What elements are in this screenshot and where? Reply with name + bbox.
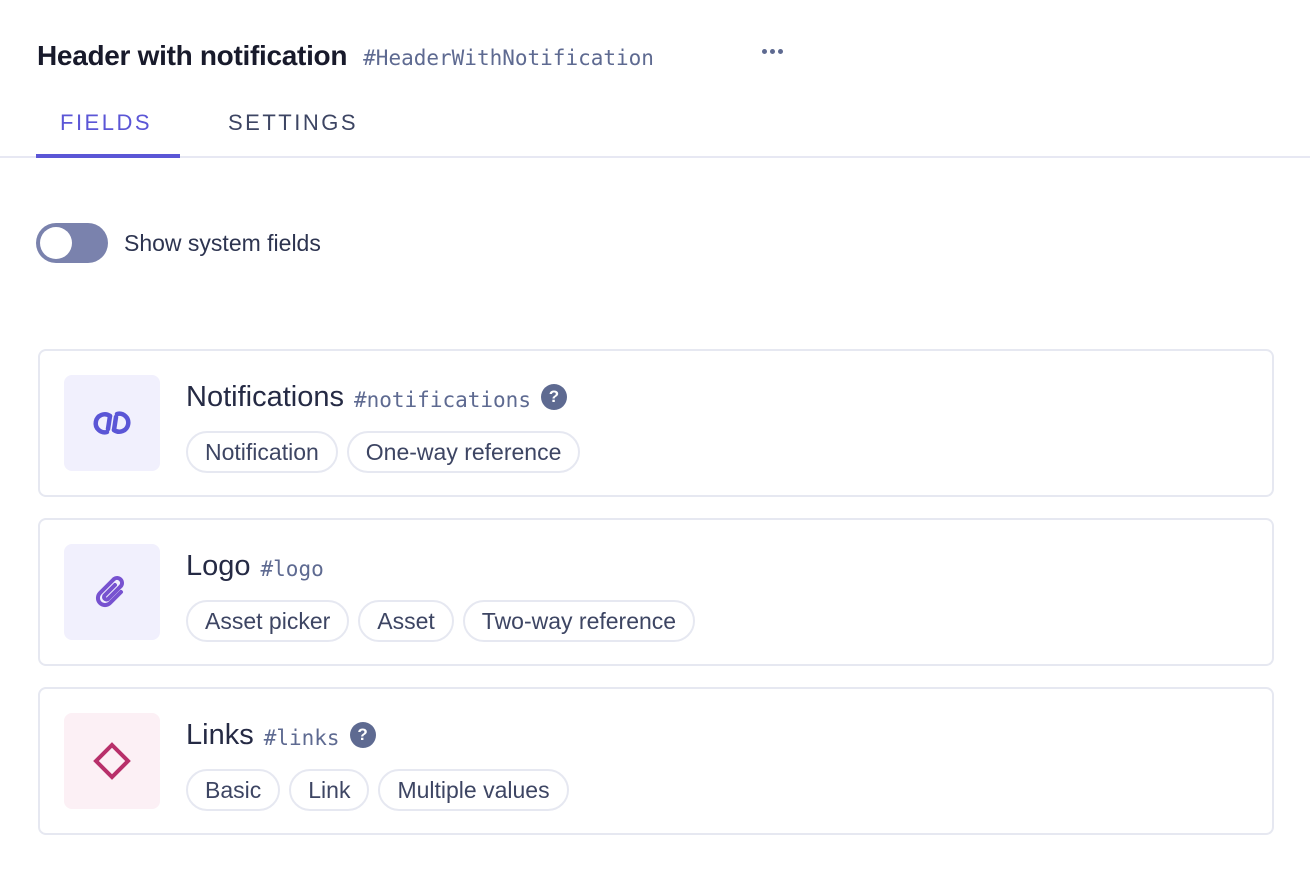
more-horizontal-icon (761, 48, 767, 54)
tab-bar: FIELDS SETTINGS (0, 100, 1310, 158)
model-header: Header with notification #HeaderWithNoti… (37, 40, 654, 72)
model-api-id: #HeaderWithNotification (363, 46, 654, 70)
reference-link-icon (93, 411, 131, 435)
field-type-icon-box (64, 713, 160, 809)
field-chip: Notification (186, 431, 338, 473)
diamond-icon (93, 742, 131, 780)
active-tab-indicator (36, 154, 180, 158)
toggle-knob (40, 227, 72, 259)
field-chip: Link (289, 769, 370, 811)
field-name: Logo (186, 549, 251, 582)
field-chip: Asset picker (186, 600, 350, 642)
field-api-id: #notifications (353, 388, 531, 412)
tab-fields[interactable]: FIELDS (60, 110, 152, 136)
field-chip: Asset (358, 600, 454, 642)
field-chip: Basic (186, 769, 281, 811)
field-chip: Multiple values (378, 769, 569, 811)
field-card-links[interactable]: Links #links ? Basic Link Multiple value… (38, 687, 1274, 835)
help-icon[interactable]: ? (349, 722, 376, 748)
field-type-icon-box (64, 544, 160, 640)
more-horizontal-icon-dot (769, 48, 775, 54)
field-type-icon-box (64, 375, 160, 471)
field-api-id: #links (263, 726, 340, 750)
show-system-fields-label: Show system fields (124, 229, 321, 256)
help-icon[interactable]: ? (540, 384, 567, 410)
paperclip-icon (95, 576, 124, 608)
field-name: Notifications (186, 380, 344, 413)
tab-settings[interactable]: SETTINGS (228, 110, 358, 136)
field-api-id: #logo (260, 557, 324, 581)
field-chip: One-way reference (346, 431, 581, 473)
more-options-button[interactable] (758, 40, 786, 62)
model-title: Header with notification (37, 40, 348, 71)
more-horizontal-icon-dot (777, 48, 783, 54)
field-card-logo[interactable]: Logo #logo Asset picker Asset Two-way re… (38, 518, 1274, 666)
system-fields-toggle-row: Show system fields (36, 223, 321, 263)
field-name: Links (186, 718, 254, 751)
field-chip: Two-way reference (462, 600, 696, 642)
field-card-notifications[interactable]: Notifications #notifications ? Notificat… (38, 349, 1274, 497)
show-system-fields-toggle[interactable] (36, 223, 108, 263)
